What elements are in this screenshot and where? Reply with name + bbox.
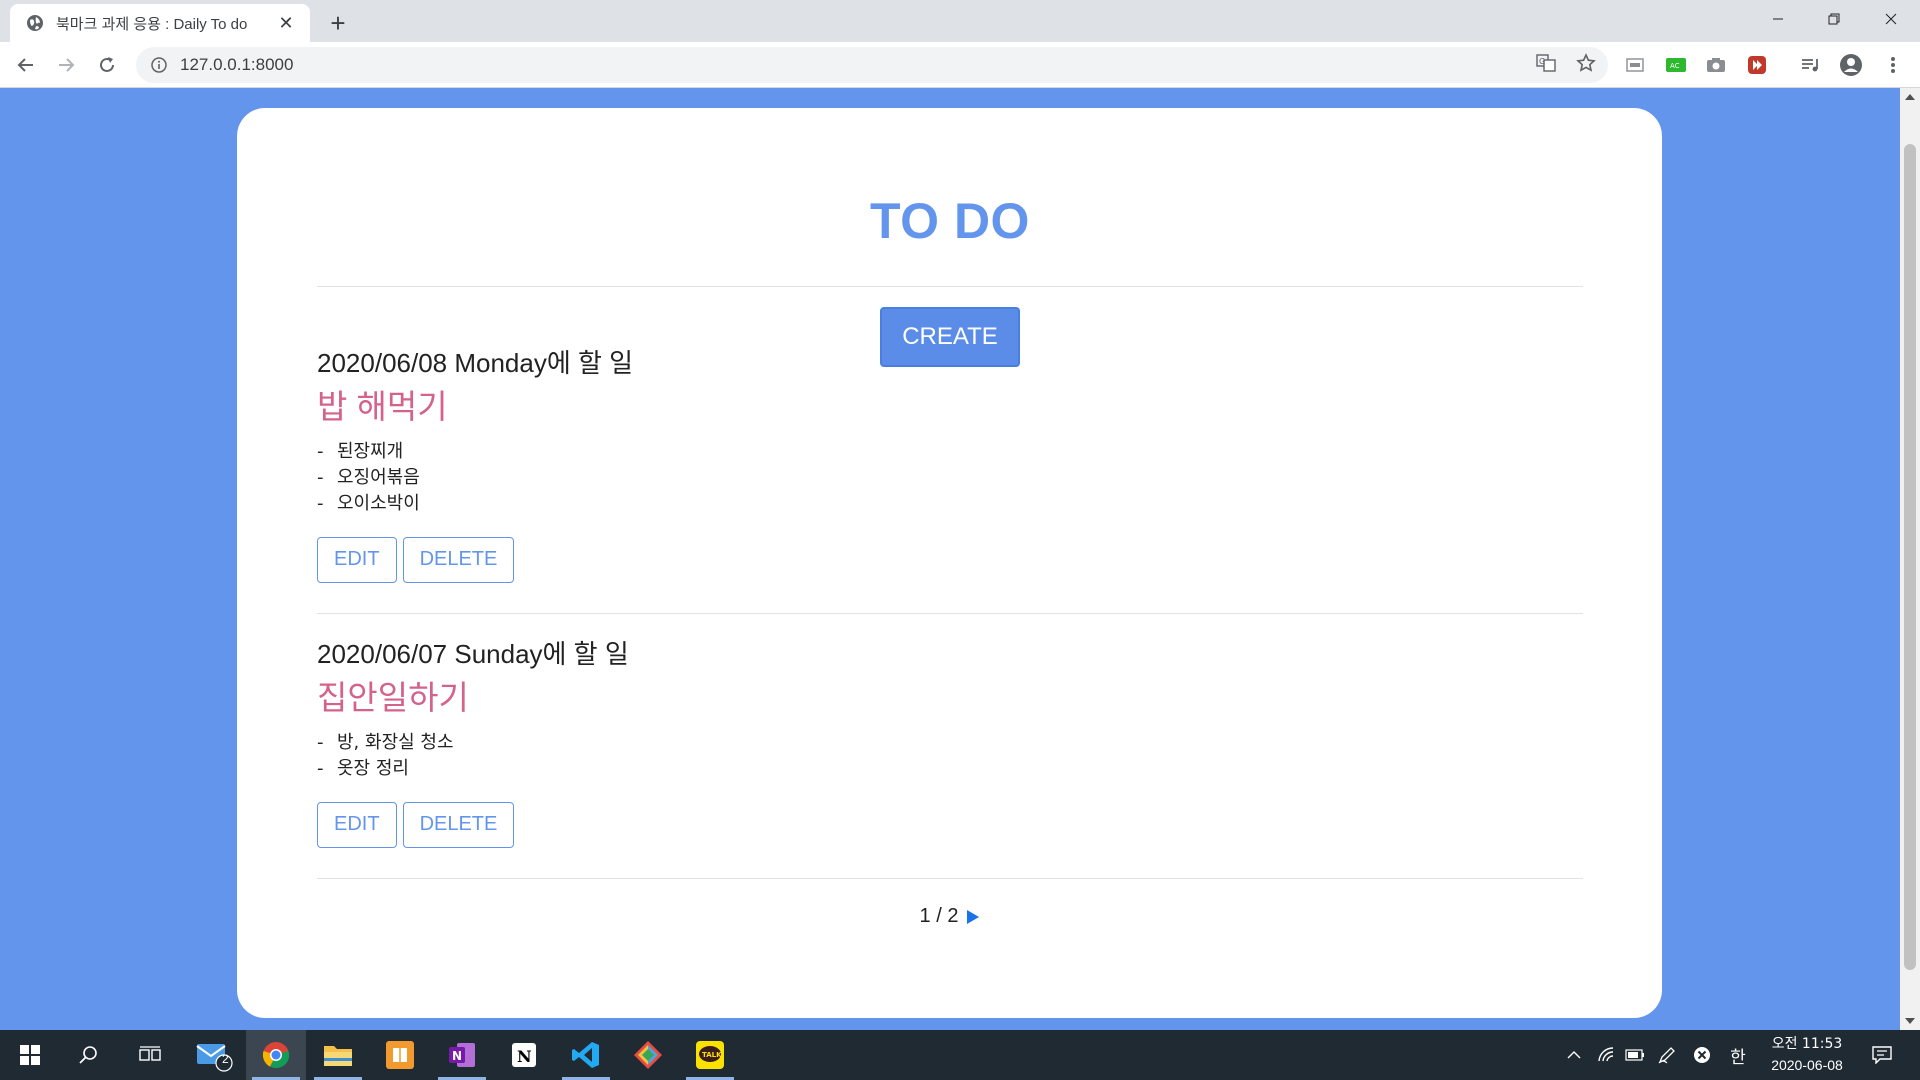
restore-icon[interactable] xyxy=(1806,0,1862,38)
new-tab-button[interactable]: + xyxy=(323,8,353,38)
chrome-taskbar-icon[interactable] xyxy=(246,1030,306,1080)
camera-icon[interactable] xyxy=(1703,52,1729,78)
search-icon[interactable] xyxy=(58,1030,118,1080)
page-viewport: TO DO CREATE 2020/06/08 Monday에 할 일 밥 해먹… xyxy=(0,88,1900,1030)
mail-icon[interactable]: 2 xyxy=(184,1030,244,1080)
todo-subitem: - 된장찌개 xyxy=(317,441,404,462)
ime-indicator[interactable]: 한 xyxy=(1720,1030,1756,1080)
todo-actions: EDIT DELETE xyxy=(317,537,1583,583)
edit-button[interactable]: EDIT xyxy=(317,802,397,848)
todo-subitem-text: 오이소박이 xyxy=(337,493,420,514)
vscode-icon[interactable] xyxy=(556,1030,616,1080)
svg-text:N: N xyxy=(517,1047,532,1066)
reload-icon[interactable] xyxy=(91,49,123,81)
profile-icon[interactable] xyxy=(1838,52,1864,78)
todo-date: 2020/06/07 Sunday에 할 일 xyxy=(317,639,629,669)
notion-icon[interactable]: N xyxy=(494,1030,554,1080)
status-x-icon[interactable] xyxy=(1688,1030,1716,1080)
scroll-thumb[interactable] xyxy=(1904,144,1916,970)
minimize-icon[interactable] xyxy=(1750,0,1806,38)
page-indicator: 1 / 2 xyxy=(919,905,959,927)
clock-time: 오전 11:53 xyxy=(1771,1036,1843,1052)
battery-icon[interactable] xyxy=(1620,1030,1650,1080)
media-queue-icon[interactable] xyxy=(1798,52,1824,78)
clock-date: 2020-06-08 xyxy=(1771,1057,1843,1073)
delete-button[interactable]: DELETE xyxy=(402,537,515,583)
todo-entry: 2020/06/07 Sunday에 할 일 집안일하기 - 방, 화장실 청소 … xyxy=(317,636,1583,848)
info-icon[interactable] xyxy=(150,56,168,74)
todo-title: 밥 해먹기 xyxy=(317,388,448,425)
windows-start-icon[interactable] xyxy=(0,1030,60,1080)
svg-text:AC: AC xyxy=(1670,62,1680,70)
globe-icon xyxy=(26,14,44,32)
edit-button[interactable]: EDIT xyxy=(317,537,397,583)
forward-icon[interactable] xyxy=(50,49,82,81)
todo-subitem: - 오징어볶음 xyxy=(317,467,420,488)
url-text: 127.0.0.1:8000 xyxy=(180,55,294,74)
todo-subitem-text: 오징어볶음 xyxy=(337,467,420,488)
browser-tab[interactable]: 북마크 과제 응용 : Daily To do ✕ xyxy=(10,4,310,42)
svg-text:N: N xyxy=(452,1049,462,1063)
book-app-icon[interactable] xyxy=(370,1030,430,1080)
page-title: TO DO xyxy=(870,193,1030,249)
todo-actions: EDIT DELETE xyxy=(317,802,1583,848)
onenote-icon[interactable]: N xyxy=(432,1030,492,1080)
tray-chevron-up-icon[interactable] xyxy=(1560,1030,1588,1080)
translate-icon[interactable]: G xyxy=(1536,53,1556,78)
back-icon[interactable] xyxy=(10,49,42,81)
todo-subitem-text: 방, 화장실 청소 xyxy=(337,732,454,753)
sourcetree-icon[interactable] xyxy=(618,1030,678,1080)
next-page-icon[interactable] xyxy=(966,909,980,925)
clock[interactable]: 오전 11:53 2020-06-08 xyxy=(1762,1034,1852,1076)
bookmark-star-icon[interactable] xyxy=(1576,52,1596,78)
kakaotalk-icon[interactable]: TALK xyxy=(680,1030,740,1080)
card-content: TO DO CREATE 2020/06/08 Monday에 할 일 밥 해먹… xyxy=(317,108,1583,928)
todo-entry: 2020/06/08 Monday에 할 일 밥 해먹기 - 된장찌개 - 오징어볶… xyxy=(317,345,1583,583)
notification-center-icon[interactable] xyxy=(1862,1030,1902,1080)
scroll-down-icon[interactable] xyxy=(1900,1012,1920,1030)
tab-title: 북마크 과제 응용 : Daily To do xyxy=(56,15,248,33)
todo-date: 2020/06/08 Monday에 할 일 xyxy=(317,348,634,378)
pen-icon[interactable] xyxy=(1652,1030,1682,1080)
svg-text:G: G xyxy=(1539,57,1545,66)
file-explorer-icon[interactable] xyxy=(308,1030,368,1080)
todo-subitem-text: 된장찌개 xyxy=(337,441,404,462)
todo-subitem: - 방, 화장실 청소 xyxy=(317,732,454,753)
scroll-up-icon[interactable] xyxy=(1900,88,1920,106)
task-view-icon[interactable] xyxy=(120,1030,180,1080)
menu-kebab-icon[interactable] xyxy=(1880,52,1906,78)
close-tab-icon[interactable]: ✕ xyxy=(276,13,296,33)
delete-button[interactable]: DELETE xyxy=(402,802,515,848)
extension-ac-icon[interactable]: AC xyxy=(1663,52,1689,78)
address-bar[interactable]: 127.0.0.1:8000 G xyxy=(136,47,1608,83)
vertical-scrollbar[interactable] xyxy=(1900,88,1920,1030)
todo-subitem: - 옷장 정리 xyxy=(317,758,409,779)
svg-text:TALK: TALK xyxy=(702,1051,722,1059)
extension-tab-icon[interactable] xyxy=(1622,52,1648,78)
record-extension-icon[interactable] xyxy=(1744,52,1770,78)
todo-subitem: - 오이소박이 xyxy=(317,493,420,514)
todo-subitem-text: 옷장 정리 xyxy=(337,758,409,779)
mail-badge: 2 xyxy=(222,1052,229,1066)
browser-toolbar: 127.0.0.1:8000 G AC xyxy=(0,42,1920,88)
pagination: 1 / 2 xyxy=(317,879,1583,928)
todo-card: TO DO CREATE 2020/06/08 Monday에 할 일 밥 해먹… xyxy=(237,108,1662,1018)
windows-taskbar: 2 N N TALK 한 오전 11:53 2020-06-08 xyxy=(0,1030,1920,1080)
divider xyxy=(317,613,1583,614)
wifi-icon[interactable] xyxy=(1592,1030,1620,1080)
todo-title: 집안일하기 xyxy=(317,679,469,716)
browser-tab-strip: 북마크 과제 응용 : Daily To do ✕ + xyxy=(0,0,1920,42)
close-window-icon[interactable] xyxy=(1863,0,1919,38)
